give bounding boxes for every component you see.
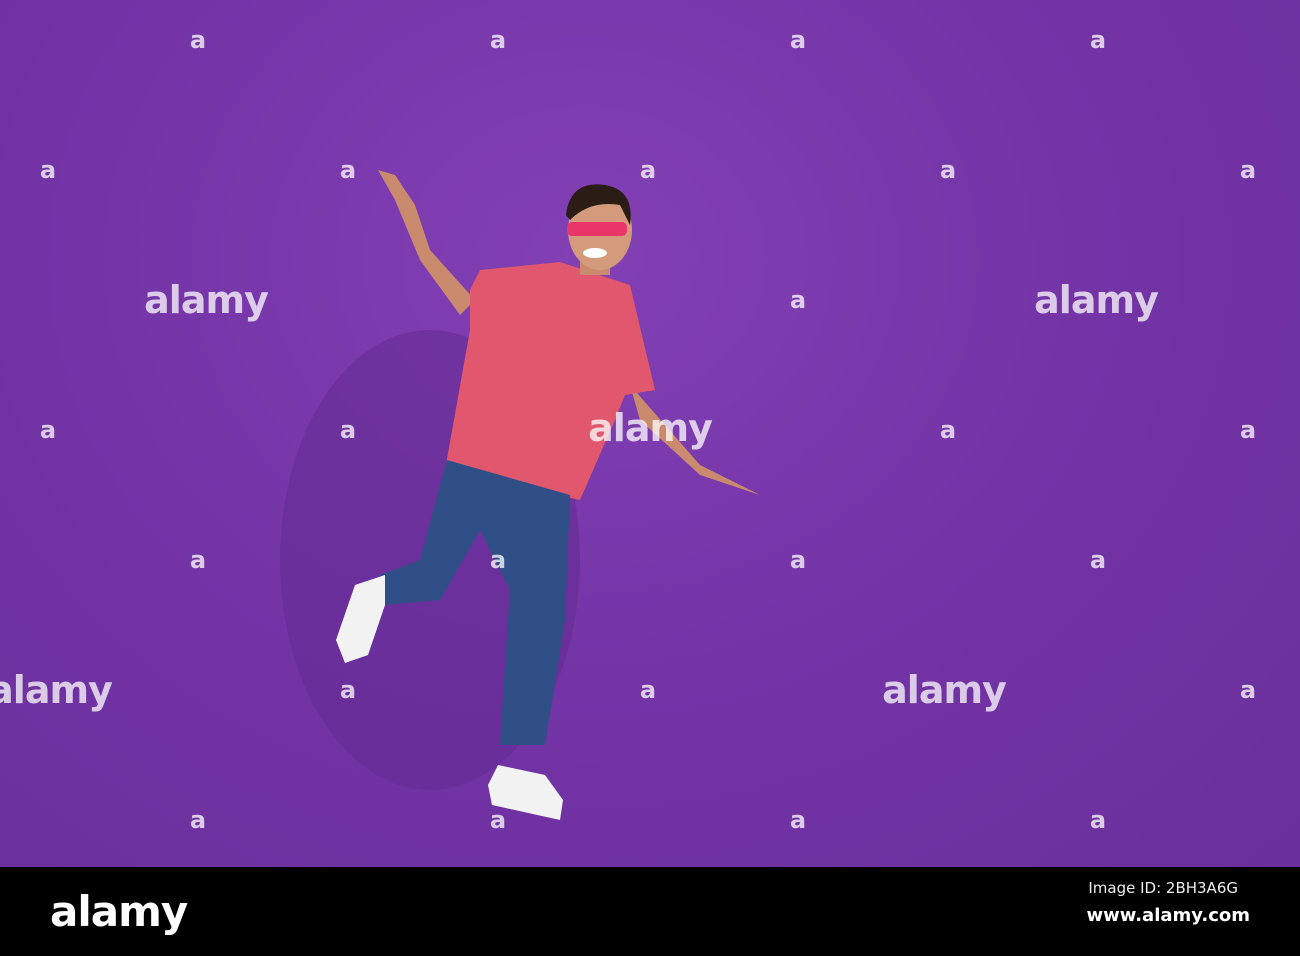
watermark-mark: a	[939, 416, 957, 444]
watermark-mark: a	[1089, 806, 1107, 834]
watermark-mark: a	[1239, 156, 1257, 184]
watermark-mark: a	[1089, 546, 1107, 574]
watermark-word: alamy	[1034, 278, 1159, 322]
watermark-mark: a	[489, 26, 507, 54]
watermark-mark: a	[789, 806, 807, 834]
watermark-word: alamy	[588, 406, 713, 450]
watermark-mark: a	[1089, 26, 1107, 54]
alamy-logo: alamy	[50, 887, 188, 936]
footer-bar: alamy Image ID: 2BH3A6G www.alamy.com	[0, 867, 1300, 956]
stock-photo: a a a a a a a a a alamy a alamy a a alam…	[0, 0, 1300, 867]
watermark-mark: a	[1239, 676, 1257, 704]
watermark-mark: a	[39, 416, 57, 444]
watermark-mark: a	[789, 546, 807, 574]
watermark-word: alamy	[0, 668, 113, 712]
watermark-mark: a	[339, 416, 357, 444]
watermark-mark: a	[189, 26, 207, 54]
watermark-mark: a	[639, 676, 657, 704]
watermark-word: alamy	[882, 668, 1007, 712]
image-id: Image ID: 2BH3A6G	[1088, 879, 1238, 897]
watermark-mark: a	[789, 286, 807, 314]
watermark-mark: a	[639, 156, 657, 184]
watermark-mark: a	[489, 546, 507, 574]
watermark-mark: a	[339, 156, 357, 184]
watermark-mark: a	[489, 806, 507, 834]
watermark-mark: a	[939, 156, 957, 184]
watermark-mark: a	[39, 156, 57, 184]
site-url: www.alamy.com	[1086, 905, 1250, 926]
watermark-mark: a	[339, 676, 357, 704]
watermark-mark: a	[1239, 416, 1257, 444]
watermark-mark: a	[789, 26, 807, 54]
watermark-word: alamy	[144, 278, 269, 322]
watermark-mark: a	[189, 546, 207, 574]
watermark-mark: a	[189, 806, 207, 834]
